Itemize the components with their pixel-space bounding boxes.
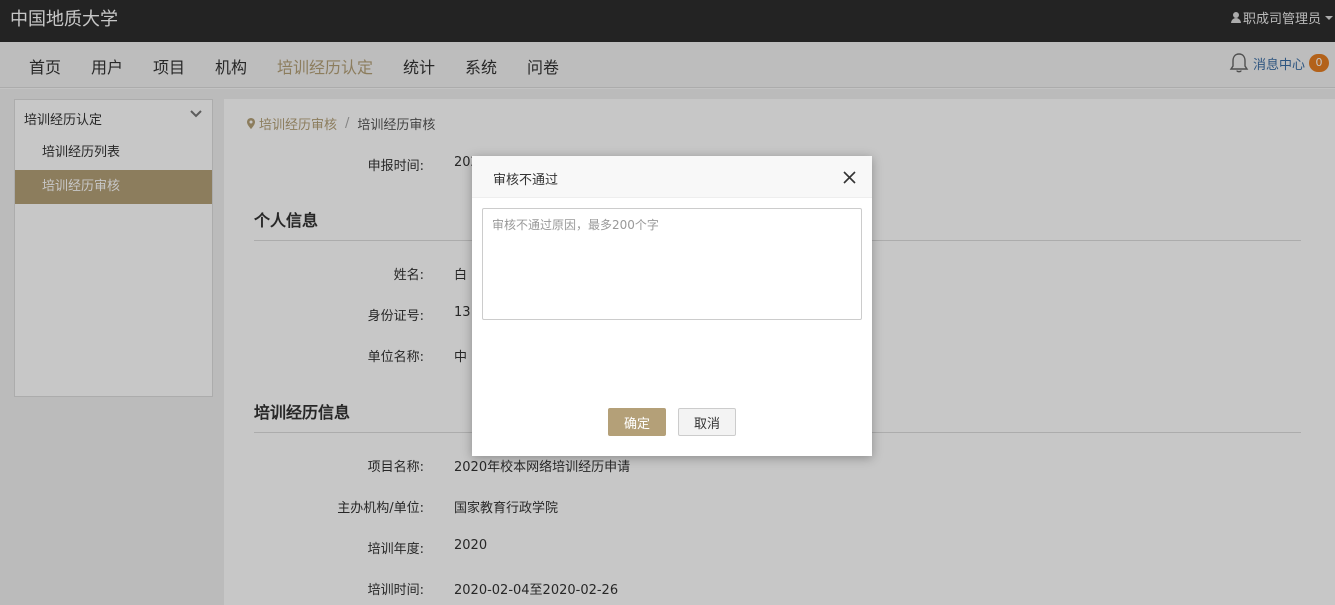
cancel-button[interactable]: 取消 (678, 408, 736, 436)
confirm-button[interactable]: 确定 (608, 408, 666, 436)
close-icon[interactable] (843, 171, 856, 184)
dialog-header: 审核不通过 (472, 156, 872, 198)
reject-dialog: 审核不通过 确定 取消 (472, 156, 872, 456)
dialog-title: 审核不通过 (493, 173, 559, 188)
reject-reason-input[interactable] (482, 208, 862, 320)
